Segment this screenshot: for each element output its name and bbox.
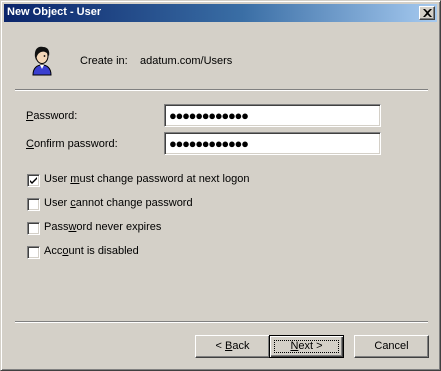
back-button[interactable]: < Back [195, 335, 270, 358]
close-icon [423, 9, 432, 17]
checkmark-icon [30, 177, 37, 184]
window-title: New Object - User [7, 6, 102, 18]
must-change-password-label: User must change password at next logon [44, 173, 250, 185]
create-in-label: Create in: [80, 55, 128, 67]
next-button[interactable]: Next > [269, 335, 344, 358]
top-separator [15, 89, 428, 91]
account-disabled-checkbox[interactable] [27, 246, 40, 259]
title-bar[interactable]: New Object - User [4, 4, 437, 22]
password-value: ●●●●●●●●●●●● [169, 108, 249, 123]
password-never-expires-checkbox[interactable] [27, 222, 40, 235]
password-never-expires-label: Password never expires [44, 221, 162, 233]
user-icon [32, 46, 52, 76]
cannot-change-password-label: User cannot change password [44, 197, 193, 209]
confirm-password-value: ●●●●●●●●●●●● [169, 136, 249, 151]
create-in-path: adatum.com/Users [140, 55, 233, 67]
password-field[interactable]: ●●●●●●●●●●●● [164, 104, 381, 127]
cancel-button[interactable]: Cancel [354, 335, 429, 358]
password-label: Password: [26, 110, 78, 122]
account-disabled-label: Account is disabled [44, 245, 139, 257]
close-button[interactable] [419, 6, 435, 20]
new-user-dialog: New Object - User Create in: adatum.com/… [0, 0, 441, 371]
bottom-separator [15, 321, 428, 323]
confirm-password-field[interactable]: ●●●●●●●●●●●● [164, 132, 381, 155]
must-change-password-checkbox[interactable] [27, 174, 40, 187]
cannot-change-password-checkbox[interactable] [27, 198, 40, 211]
confirm-password-label: Confirm password: [26, 138, 118, 150]
